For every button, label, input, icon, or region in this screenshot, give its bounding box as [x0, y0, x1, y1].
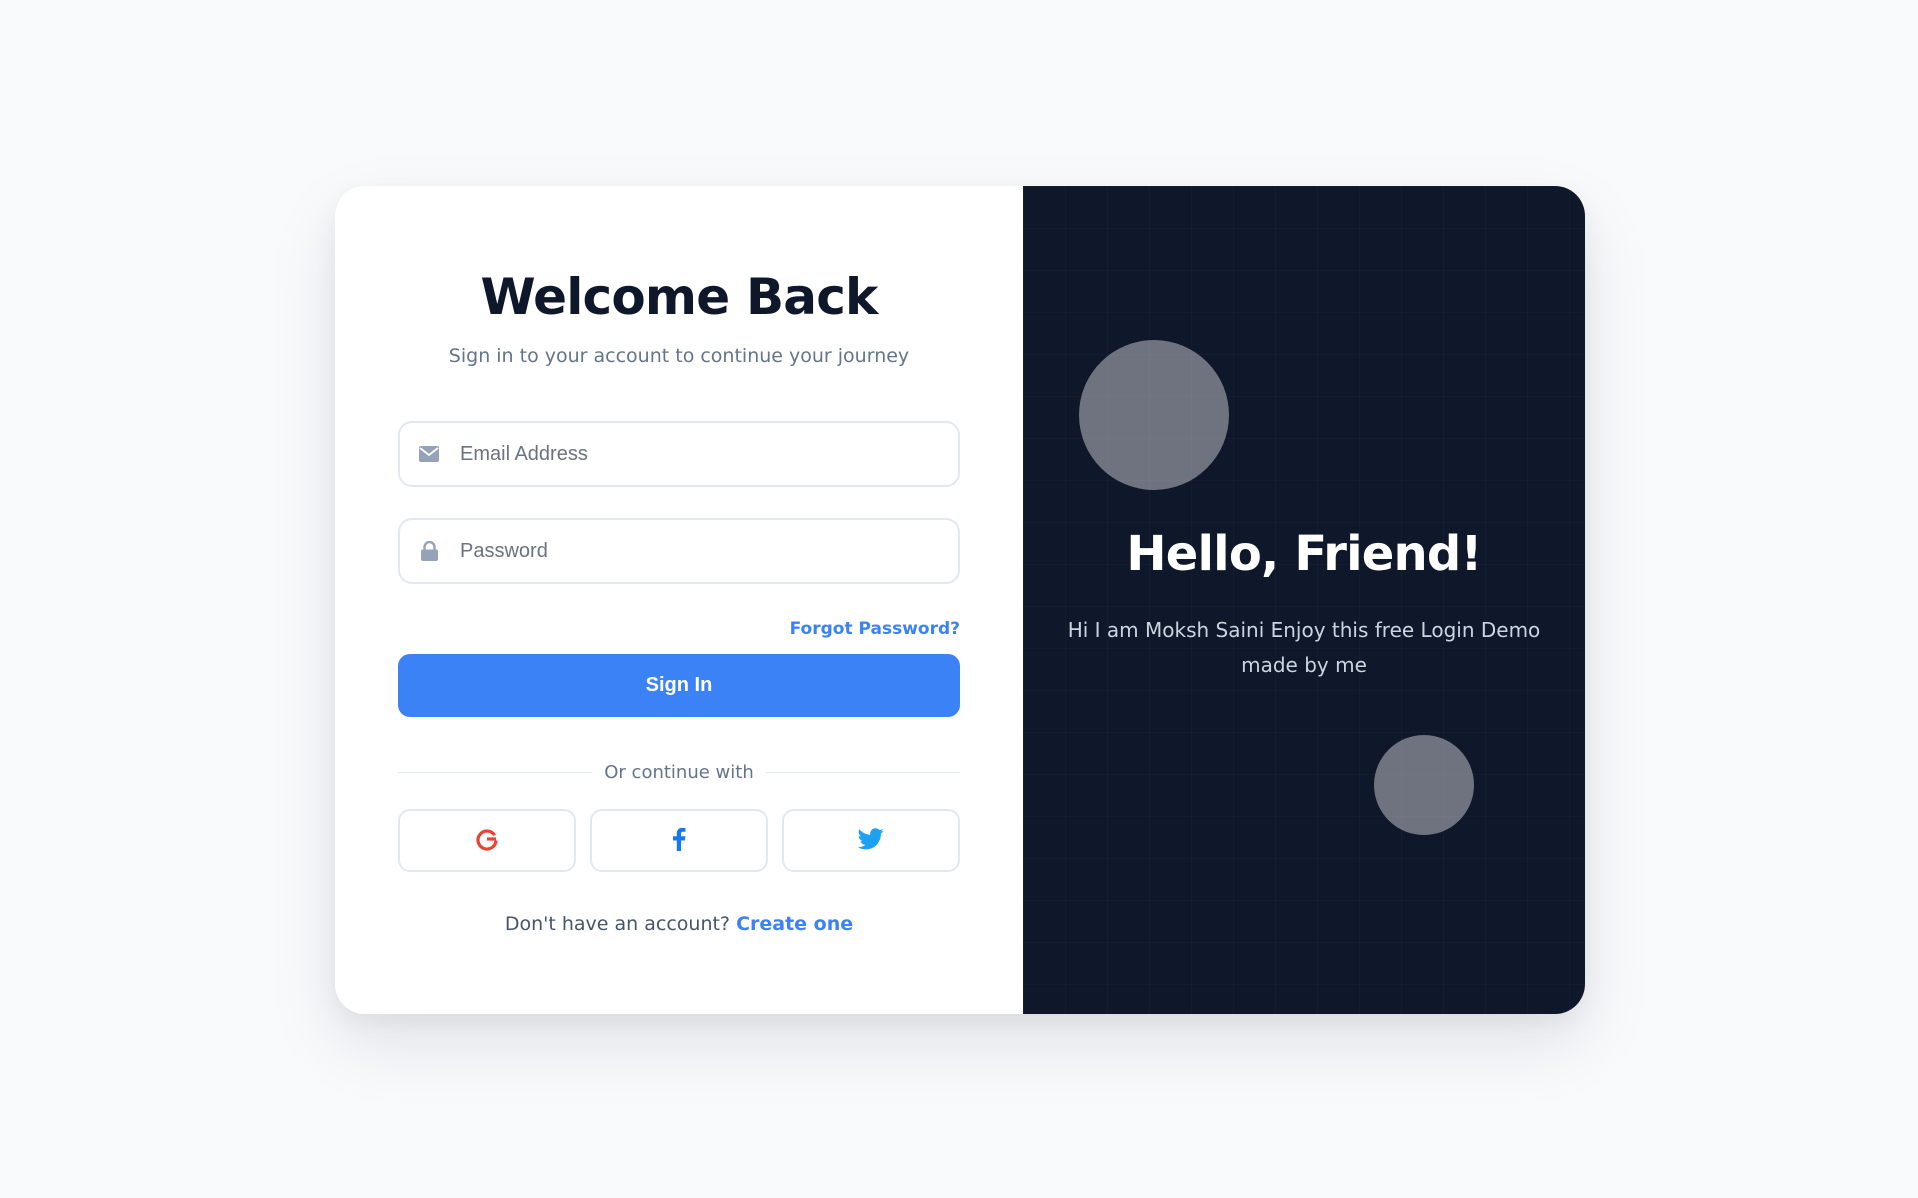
login-card: Welcome Back Sign in to your account to … [335, 186, 1585, 1014]
welcome-panel: Hello, Friend! Hi I am Moksh Saini Enjoy… [1023, 186, 1585, 1014]
social-login-buttons [398, 809, 960, 872]
divider-line-left [398, 771, 593, 773]
page-title: Welcome Back [480, 268, 879, 326]
google-login-button[interactable] [398, 809, 576, 872]
create-account-link[interactable]: Create one [736, 913, 853, 935]
welcome-title: Hello, Friend! [1126, 526, 1482, 582]
facebook-login-button[interactable] [590, 809, 768, 872]
decorative-circle-small [1374, 735, 1474, 835]
social-divider: Or continue with [398, 760, 960, 784]
page-subtitle: Sign in to your account to continue your… [448, 345, 910, 367]
sign-in-button[interactable]: Sign In [398, 654, 960, 717]
email-input[interactable] [460, 423, 958, 485]
login-panel: Welcome Back Sign in to your account to … [335, 186, 1023, 1014]
forgot-password-link[interactable]: Forgot Password? [790, 619, 960, 639]
google-icon [475, 827, 499, 854]
decorative-circle-large [1079, 340, 1229, 490]
signup-prompt-text: Don't have an account? [504, 913, 731, 935]
password-input[interactable] [460, 520, 958, 582]
facebook-icon [672, 827, 686, 854]
divider-text: Or continue with [604, 761, 754, 783]
divider-line-right [765, 771, 960, 773]
envelope-icon [418, 443, 440, 465]
signup-prompt: Don't have an account? Create one [335, 913, 1023, 935]
lock-icon [418, 540, 440, 562]
twitter-icon [857, 828, 884, 853]
password-field[interactable] [398, 518, 960, 584]
twitter-login-button[interactable] [782, 809, 960, 872]
welcome-message: Hi I am Moksh Saini Enjoy this free Logi… [1067, 618, 1541, 677]
email-field[interactable] [398, 421, 960, 487]
